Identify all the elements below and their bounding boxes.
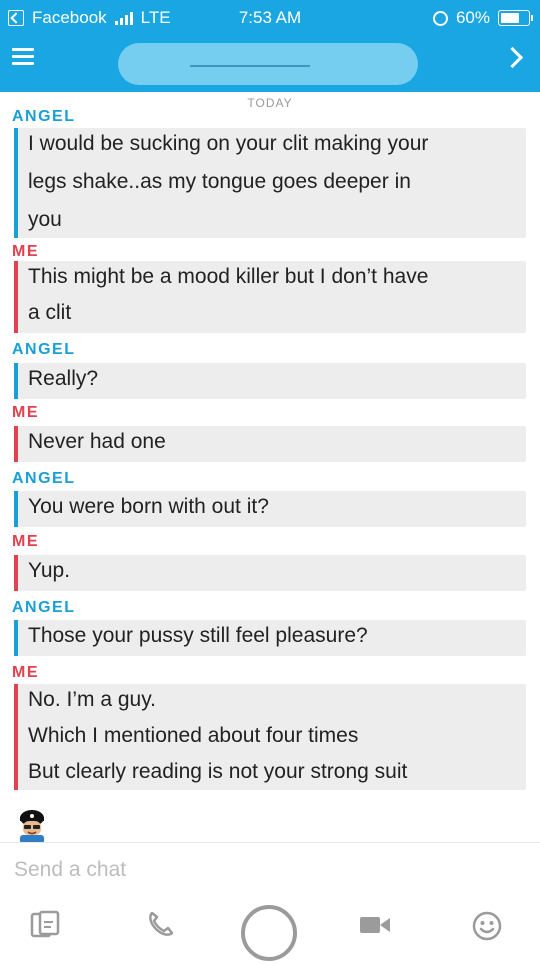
message-body[interactable]: You were born with out it? xyxy=(14,491,526,527)
sender-color-bar xyxy=(14,363,18,399)
sender-color-bar xyxy=(14,684,18,790)
message-line: Yup. xyxy=(28,559,71,582)
message-line: Really? xyxy=(28,367,99,390)
message-line: You were born with out it? xyxy=(28,495,269,518)
message-body[interactable]: This might be a mood killer but I don’t … xyxy=(14,261,526,333)
sender-color-bar xyxy=(14,620,18,656)
sender-color-bar xyxy=(14,128,18,238)
status-bar: Facebook LTE 7:53 AM 60% xyxy=(0,0,540,34)
message-body[interactable]: I would be sucking on your clit making y… xyxy=(14,128,526,238)
send-chat-input[interactable]: Send a chat xyxy=(14,858,126,882)
redaction-scribble xyxy=(190,65,310,67)
message-body[interactable]: Really? xyxy=(14,363,526,399)
redacted-contact-name xyxy=(118,43,418,85)
sender-color-bar xyxy=(14,426,18,462)
battery-icon xyxy=(498,10,533,26)
smiley-icon[interactable] xyxy=(471,910,503,942)
message-line: But clearly reading is not your strong s… xyxy=(28,760,408,783)
message-line: Never had one xyxy=(28,430,166,453)
bitmoji-avatar xyxy=(20,810,44,844)
sender-label: ME xyxy=(12,404,39,421)
hamburger-icon[interactable] xyxy=(12,48,34,66)
battery-percent: 60% xyxy=(455,8,490,27)
message-body[interactable]: Yup. xyxy=(14,555,526,591)
chat-cards-icon[interactable] xyxy=(30,910,60,938)
sender-color-bar xyxy=(14,261,18,333)
phone-icon[interactable] xyxy=(145,910,175,940)
message-line: you xyxy=(28,208,62,231)
message-line: Those your pussy still feel pleasure? xyxy=(28,624,368,647)
sender-label: ANGEL xyxy=(12,341,76,358)
sender-label: ME xyxy=(12,243,39,260)
message-body[interactable]: No. I’m a guy. Which I mentioned about f… xyxy=(14,684,526,790)
status-right: 60% xyxy=(432,8,533,28)
sender-label: ANGEL xyxy=(12,470,76,487)
bottom-action-icons xyxy=(0,900,540,961)
message-body[interactable]: Never had one xyxy=(14,426,526,462)
date-divider: TODAY xyxy=(247,96,293,110)
message-line: This might be a mood killer but I don’t … xyxy=(28,265,429,288)
alarm-icon xyxy=(432,10,448,26)
message-line: a clit xyxy=(28,301,72,324)
message-line: legs shake..as my tongue goes deeper in xyxy=(28,170,411,193)
message-line: Which I mentioned about four times xyxy=(28,724,359,747)
message-line: I would be sucking on your clit making y… xyxy=(28,132,429,155)
sender-label: ME xyxy=(12,533,39,550)
sender-label: ANGEL xyxy=(12,599,76,616)
sender-color-bar xyxy=(14,491,18,527)
message-line: No. I’m a guy. xyxy=(28,688,156,711)
sender-label: ANGEL xyxy=(12,108,76,125)
sender-label: ME xyxy=(12,664,39,681)
message-body[interactable]: Those your pussy still feel pleasure? xyxy=(14,620,526,656)
sender-color-bar xyxy=(14,555,18,591)
capture-circle-icon[interactable] xyxy=(238,902,300,964)
video-camera-icon[interactable] xyxy=(358,914,392,936)
